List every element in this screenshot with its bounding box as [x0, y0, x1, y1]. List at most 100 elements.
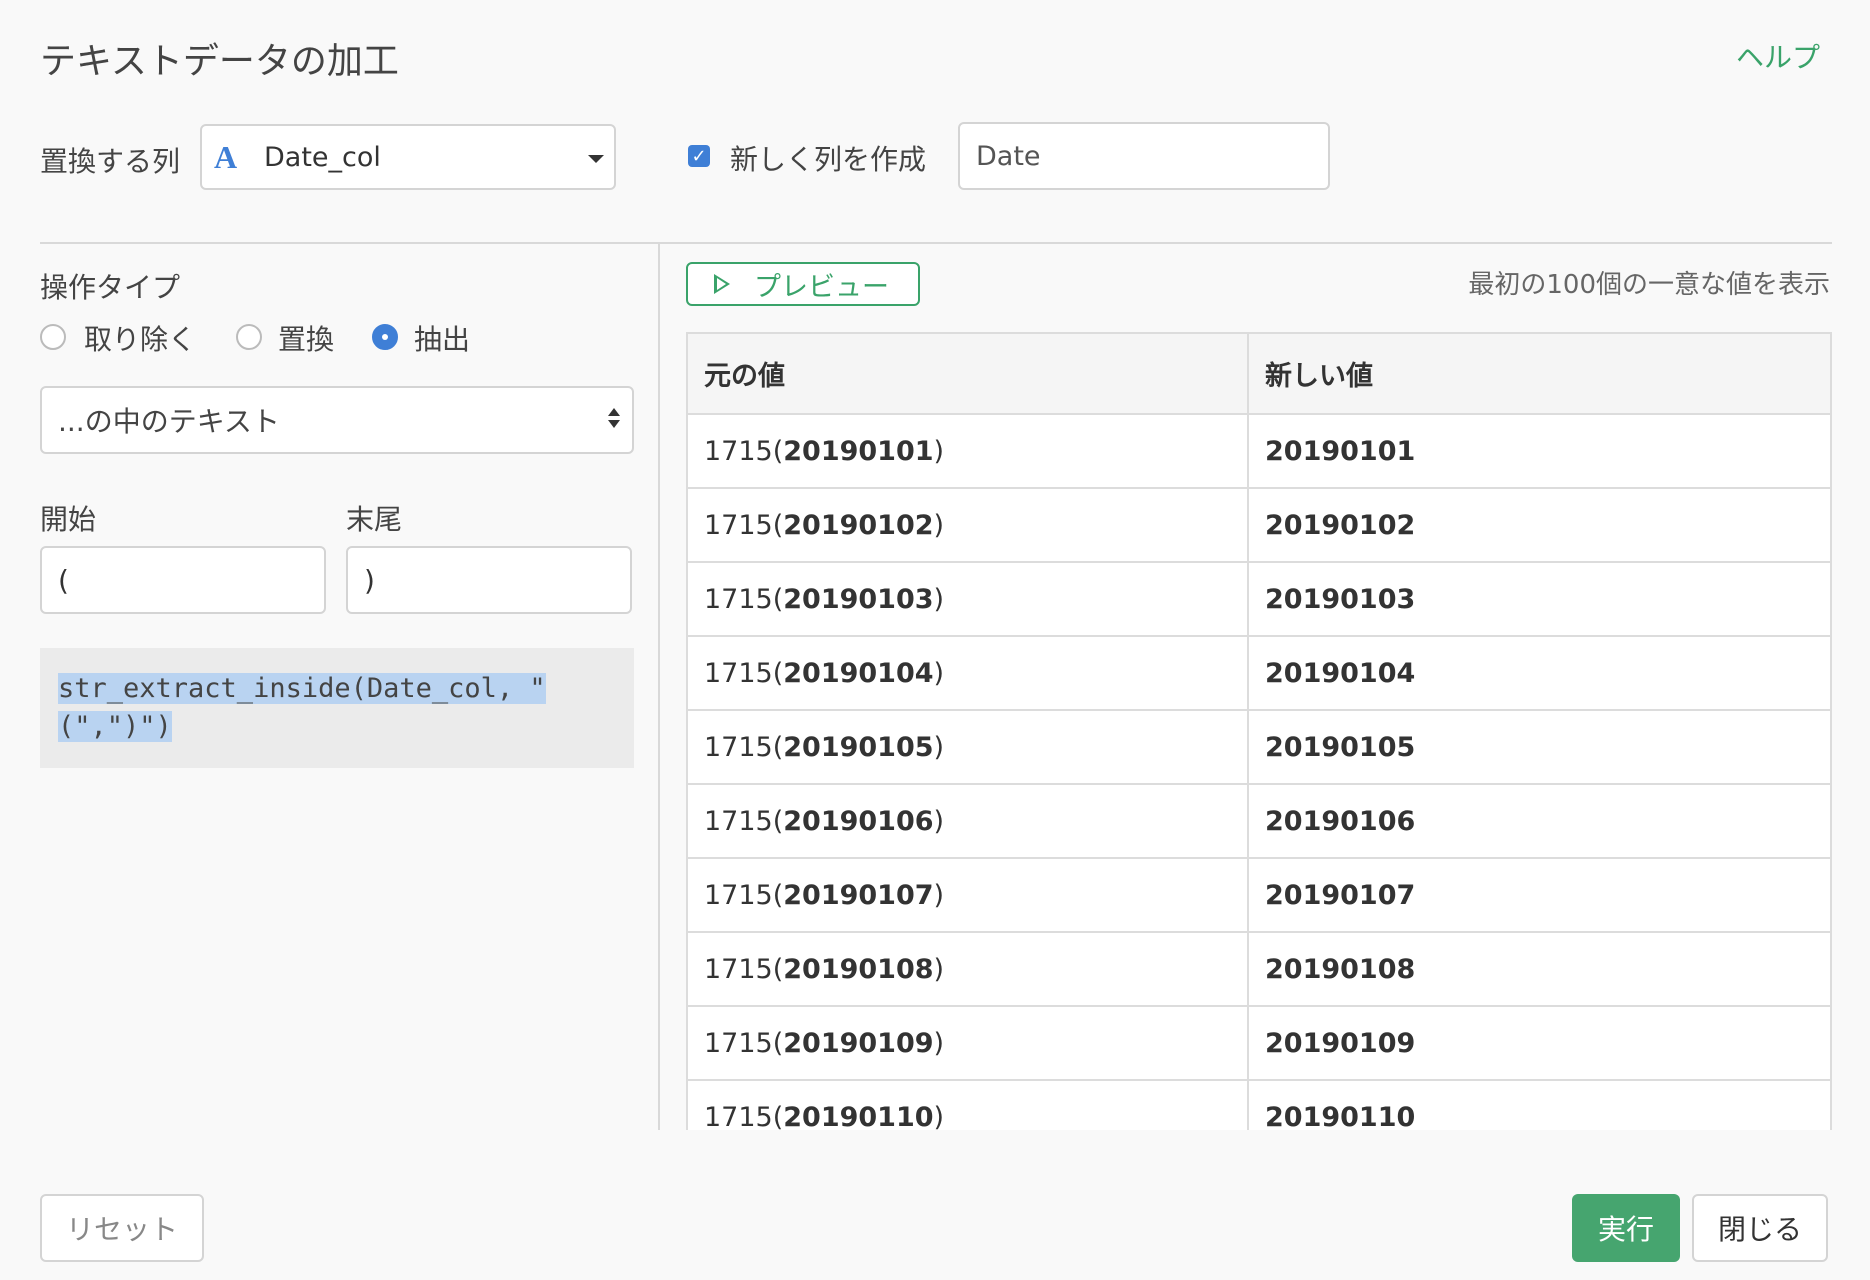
reset-button[interactable]: リセット — [40, 1194, 204, 1262]
replace-column-label: 置換する列 — [40, 145, 181, 178]
original-prefix: 1715( — [704, 953, 784, 985]
original-value-cell: 1715(20190104) — [688, 636, 1249, 711]
operation-type-label: 操作タイプ — [40, 271, 181, 304]
end-input[interactable]: ) — [346, 546, 632, 614]
new-value-cell: 20190103 — [1248, 562, 1830, 637]
header-original-value: 元の値 — [688, 334, 1249, 415]
new-value-cell: 20190107 — [1248, 858, 1830, 933]
original-value-cell: 1715(20190101) — [688, 414, 1249, 489]
original-suffix: ) — [933, 657, 945, 689]
new-column-checkbox[interactable]: ✓ — [688, 145, 710, 167]
original-prefix: 1715( — [704, 583, 784, 615]
new-value-cell: 20190110 — [1248, 1080, 1830, 1130]
table-row: 1715(20190103) 20190103 — [688, 562, 1830, 637]
original-suffix: ) — [933, 953, 945, 985]
original-prefix: 1715( — [704, 879, 784, 911]
preview-note: 最初の100個の一意な値を表示 — [1468, 270, 1830, 300]
original-match: 20190105 — [783, 731, 934, 763]
preview-table: 元の値 新しい値 1715(20190101) 20190101 1715(2019… — [688, 334, 1830, 1130]
original-suffix: ) — [933, 509, 945, 541]
original-suffix: ) — [933, 879, 945, 911]
original-suffix: ) — [933, 1101, 945, 1131]
preview-table-container[interactable]: 元の値 新しい値 1715(20190101) 20190101 1715(2019… — [686, 332, 1832, 1130]
table-row: 1715(20190109) 20190109 — [688, 1006, 1830, 1081]
column-select[interactable]: A Date_col — [200, 124, 616, 190]
table-header-row: 元の値 新しい値 — [688, 334, 1830, 415]
new-value-cell: 20190108 — [1248, 932, 1830, 1007]
table-row: 1715(20190110) 20190110 — [688, 1080, 1830, 1130]
new-value-cell: 20190101 — [1248, 414, 1830, 489]
header-new-value: 新しい値 — [1248, 334, 1830, 415]
original-suffix: ) — [933, 1027, 945, 1059]
original-match: 20190110 — [783, 1101, 934, 1131]
updown-arrows-icon — [608, 408, 622, 428]
original-match: 20190107 — [783, 879, 934, 911]
original-suffix: ) — [933, 731, 945, 763]
radio-remove-label: 取り除く — [84, 323, 197, 356]
original-match: 20190108 — [783, 953, 934, 985]
text-processing-dialog: テキストデータの加工 ヘルプ 置換する列 A Date_col ✓ 新しく列を作… — [0, 0, 1870, 1280]
radio-replace-label: 置換 — [278, 323, 335, 356]
original-value-cell: 1715(20190107) — [688, 858, 1249, 933]
original-match: 20190109 — [783, 1027, 934, 1059]
chevron-down-icon — [588, 155, 604, 163]
original-prefix: 1715( — [704, 509, 784, 541]
table-row: 1715(20190107) 20190107 — [688, 858, 1830, 933]
original-prefix: 1715( — [704, 805, 784, 837]
preview-button-label: プレビュー — [754, 271, 889, 303]
divider-vertical — [658, 244, 660, 1130]
end-label: 末尾 — [346, 503, 403, 536]
new-value-cell: 20190104 — [1248, 636, 1830, 711]
close-button[interactable]: 閉じる — [1692, 1194, 1828, 1262]
new-value-cell: 20190106 — [1248, 784, 1830, 859]
radio-extract[interactable] — [372, 324, 398, 350]
original-value-cell: 1715(20190102) — [688, 488, 1249, 563]
new-column-checkbox-label: 新しく列を作成 — [730, 143, 927, 176]
code-preview: str_extract_inside(Date_col, "(",")") — [40, 648, 634, 768]
play-icon — [714, 274, 730, 294]
original-match: 20190104 — [783, 657, 934, 689]
original-prefix: 1715( — [704, 1101, 784, 1131]
new-column-name-input[interactable]: Date — [958, 122, 1330, 190]
table-row: 1715(20190101) 20190101 — [688, 414, 1830, 489]
original-value-cell: 1715(20190106) — [688, 784, 1249, 859]
table-row: 1715(20190104) 20190104 — [688, 636, 1830, 711]
dialog-title: テキストデータの加工 — [40, 41, 399, 82]
original-match: 20190101 — [783, 435, 934, 467]
start-label: 開始 — [40, 503, 97, 536]
original-match: 20190103 — [783, 583, 934, 615]
new-value-cell: 20190105 — [1248, 710, 1830, 785]
original-prefix: 1715( — [704, 435, 784, 467]
start-input[interactable]: ( — [40, 546, 326, 614]
original-value-cell: 1715(20190110) — [688, 1080, 1249, 1131]
preview-button[interactable]: プレビュー — [686, 262, 920, 306]
extract-mode-select[interactable]: ...の中のテキスト — [40, 386, 634, 454]
original-value-cell: 1715(20190109) — [688, 1006, 1249, 1081]
new-value-cell: 20190102 — [1248, 488, 1830, 563]
original-suffix: ) — [933, 805, 945, 837]
divider-horizontal — [40, 242, 1832, 244]
column-select-value: Date_col — [264, 141, 381, 173]
table-row: 1715(20190108) 20190108 — [688, 932, 1830, 1007]
original-prefix: 1715( — [704, 1027, 784, 1059]
original-match: 20190102 — [783, 509, 934, 541]
radio-extract-label: 抽出 — [414, 323, 471, 356]
radio-remove[interactable] — [40, 324, 66, 350]
original-match: 20190106 — [783, 805, 934, 837]
original-suffix: ) — [933, 435, 945, 467]
checkmark-icon: ✓ — [691, 145, 707, 167]
original-suffix: ) — [933, 583, 945, 615]
run-button[interactable]: 実行 — [1572, 1194, 1680, 1262]
radio-replace[interactable] — [236, 324, 262, 350]
table-row: 1715(20190102) 20190102 — [688, 488, 1830, 563]
table-row: 1715(20190105) 20190105 — [688, 710, 1830, 785]
help-link[interactable]: ヘルプ — [1736, 36, 1820, 76]
original-value-cell: 1715(20190108) — [688, 932, 1249, 1007]
new-value-cell: 20190109 — [1248, 1006, 1830, 1081]
extract-mode-value: ...の中のテキスト — [58, 405, 280, 438]
table-row: 1715(20190106) 20190106 — [688, 784, 1830, 859]
original-prefix: 1715( — [704, 731, 784, 763]
original-prefix: 1715( — [704, 657, 784, 689]
code-text: str_extract_inside(Date_col, "(",")") — [58, 673, 546, 742]
original-value-cell: 1715(20190105) — [688, 710, 1249, 785]
